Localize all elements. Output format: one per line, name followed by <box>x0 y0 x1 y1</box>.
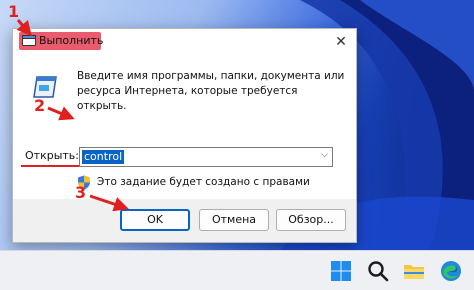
file-explorer-icon[interactable] <box>403 260 425 282</box>
arrow-to-input <box>47 106 75 121</box>
windows-start-icon[interactable] <box>330 260 352 282</box>
annotation-arrows <box>16 19 129 212</box>
search-icon[interactable] <box>367 260 389 282</box>
edge-browser-icon[interactable] <box>440 260 462 282</box>
arrow-to-ok <box>89 194 129 212</box>
taskbar <box>0 250 474 290</box>
arrow-to-title <box>16 19 32 37</box>
